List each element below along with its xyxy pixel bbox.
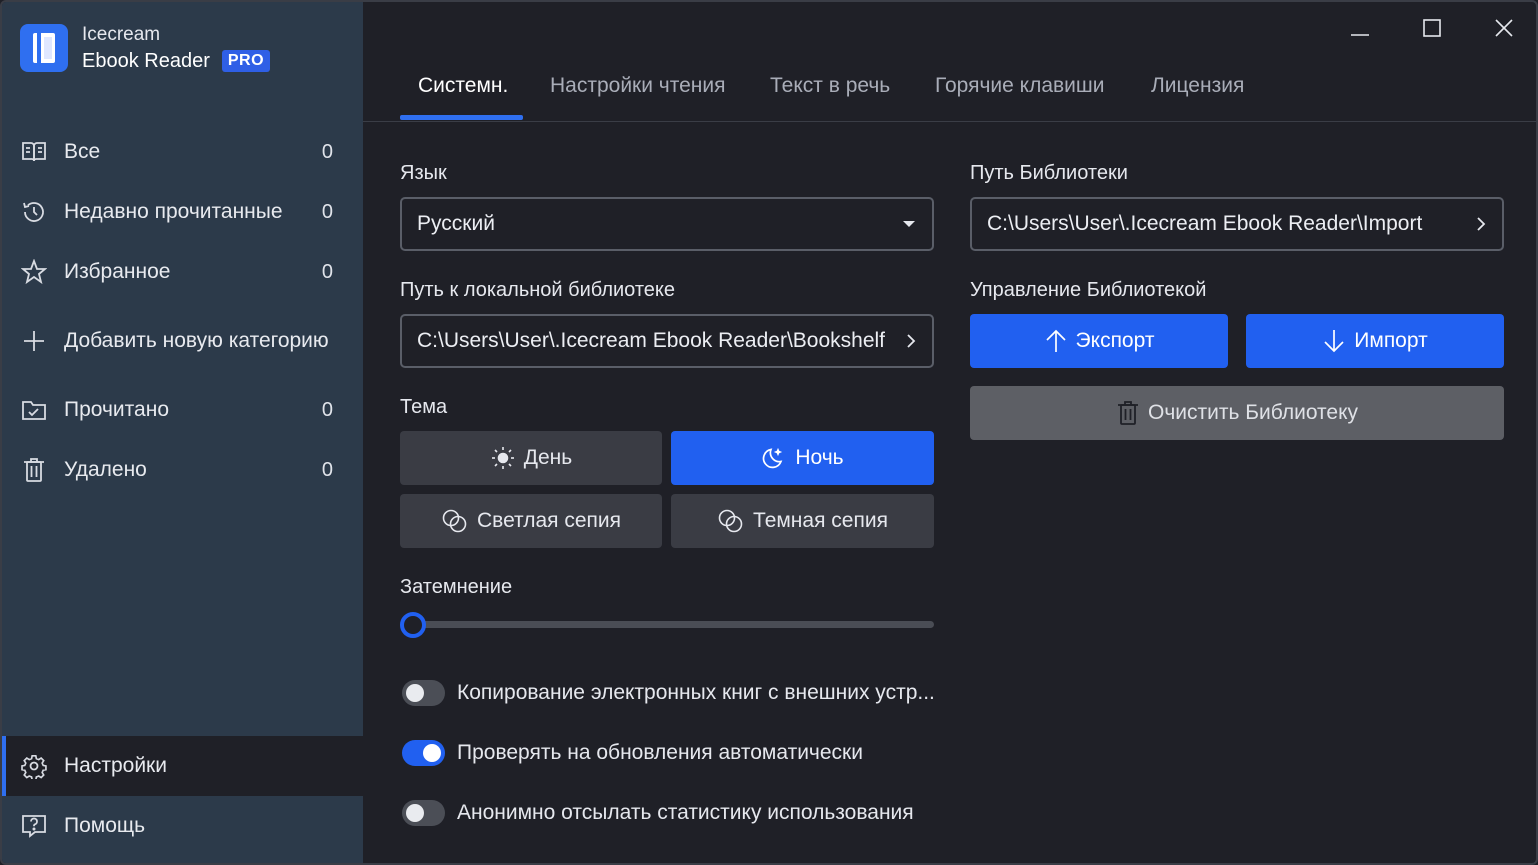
active-tab-indicator	[400, 115, 523, 120]
local-library-path-value: C:\Users\User\.Icecream Ebook Reader\Boo…	[417, 329, 886, 352]
sidebar-item-favorites[interactable]: Избранное 0	[2, 248, 363, 296]
auto-update-label: Проверять на обновления автоматически	[457, 741, 863, 764]
sidebar-item-label: Недавно прочитанные	[64, 200, 283, 223]
sidebar-item-label: Прочитано	[64, 398, 169, 421]
theme-label: Тема	[400, 396, 448, 418]
anonymous-stats-toggle[interactable]	[402, 800, 445, 826]
sidebar-item-deleted[interactable]: Удалено 0	[2, 446, 363, 494]
tab-system[interactable]: Системн.	[418, 74, 508, 120]
close-button[interactable]	[1474, 10, 1534, 46]
sidebar-item-count: 0	[321, 260, 333, 283]
app-window: Icecream Ebook Reader PRO Все 0 Недавно …	[0, 0, 1538, 865]
close-icon	[1495, 19, 1513, 37]
language-label: Язык	[400, 162, 447, 184]
chevron-right-icon	[1477, 217, 1486, 231]
theme-light-sepia-label: Светлая сепия	[476, 509, 622, 532]
clear-library-label: Очистить Библиотеку	[1147, 401, 1359, 424]
sidebar-item-recent[interactable]: Недавно прочитанные 0	[2, 188, 363, 236]
sidebar-item-help[interactable]: Помощь	[2, 802, 363, 850]
sidebar-item-settings[interactable]: Настройки	[2, 736, 363, 796]
sidebar-item-count: 0	[321, 200, 333, 223]
sepia-icon	[717, 508, 745, 534]
sidebar: Icecream Ebook Reader PRO Все 0 Недавно …	[2, 2, 363, 863]
tab-license[interactable]: Лицензия	[1151, 74, 1244, 120]
copy-external-label: Копирование электронных книг с внешних у…	[457, 681, 935, 704]
dimming-slider-track[interactable]	[410, 621, 934, 628]
maximize-button[interactable]	[1402, 10, 1462, 46]
moon-icon	[761, 445, 787, 471]
sidebar-item-read[interactable]: Прочитано 0	[2, 386, 363, 434]
star-icon	[20, 258, 48, 286]
sidebar-item-count: 0	[321, 398, 333, 421]
pro-badge: PRO	[221, 50, 271, 72]
theme-dark-sepia-label: Темная сепия	[753, 509, 888, 532]
gear-icon	[20, 752, 48, 780]
minimize-button[interactable]	[1330, 10, 1390, 46]
plus-icon	[20, 327, 48, 355]
language-value: Русский	[417, 212, 495, 235]
auto-update-toggle[interactable]	[402, 740, 445, 766]
theme-light-sepia-button[interactable]: Светлая сепия	[400, 494, 662, 548]
local-library-path-label: Путь к локальной библиотеке	[400, 279, 675, 301]
app-name-line2: Ebook Reader	[82, 50, 210, 72]
minimize-icon	[1351, 34, 1369, 36]
app-brand: Icecream Ebook Reader PRO	[20, 22, 271, 74]
clear-library-button[interactable]: Очистить Библиотеку	[970, 386, 1504, 440]
app-logo-icon	[20, 24, 68, 72]
import-button[interactable]: Импорт	[1246, 314, 1504, 368]
tab-reading-settings[interactable]: Настройки чтения	[550, 74, 726, 120]
tab-hotkeys[interactable]: Горячие клавиши	[935, 74, 1104, 120]
help-icon	[20, 812, 48, 840]
library-path-label: Путь Библиотеки	[970, 162, 1128, 184]
sidebar-item-label: Помощь	[64, 814, 146, 837]
theme-dark-sepia-button[interactable]: Темная сепия	[671, 494, 934, 548]
sepia-icon	[441, 508, 469, 534]
toggle-row-auto-update: Проверять на обновления автоматически	[402, 738, 863, 768]
toggle-row-anonymous-stats: Анонимно отсылать статистику использован…	[402, 798, 914, 828]
trash-icon	[1116, 400, 1140, 426]
library-management-label: Управление Библиотекой	[970, 279, 1207, 301]
toggle-row-copy-external: Копирование электронных книг с внешних у…	[402, 678, 935, 708]
maximize-icon	[1423, 19, 1441, 37]
trash-icon	[20, 456, 48, 484]
sidebar-item-all[interactable]: Все 0	[2, 128, 363, 176]
sidebar-item-count: 0	[321, 140, 333, 163]
library-path-field[interactable]: C:\Users\User\.Icecream Ebook Reader\Imp…	[970, 197, 1504, 251]
theme-night-label: Ночь	[795, 446, 844, 469]
caret-down-icon	[903, 221, 915, 227]
theme-night-button[interactable]: Ночь	[671, 431, 934, 485]
sidebar-item-label: Настройки	[64, 754, 167, 777]
sidebar-item-add-category[interactable]: Добавить новую категорию	[2, 317, 363, 365]
export-label: Экспорт	[1075, 329, 1155, 352]
dimming-slider-thumb[interactable]	[400, 612, 426, 638]
local-library-path-field[interactable]: C:\Users\User\.Icecream Ebook Reader\Boo…	[400, 314, 934, 368]
history-icon	[20, 198, 48, 226]
sidebar-item-label: Добавить новую категорию	[64, 329, 329, 352]
sidebar-item-label: Удалено	[64, 458, 147, 481]
export-button[interactable]: Экспорт	[970, 314, 1228, 368]
copy-external-toggle[interactable]	[402, 680, 445, 706]
language-select[interactable]: Русский	[400, 197, 934, 251]
arrow-down-icon	[1322, 328, 1346, 354]
anonymous-stats-label: Анонимно отсылать статистику использован…	[457, 801, 914, 824]
arrow-up-icon	[1044, 328, 1068, 354]
library-path-value: C:\Users\User\.Icecream Ebook Reader\Imp…	[987, 212, 1423, 235]
app-name-line1: Icecream	[82, 24, 161, 45]
dimming-label: Затемнение	[400, 576, 513, 598]
sun-icon	[490, 445, 516, 471]
sidebar-item-count: 0	[321, 458, 333, 481]
folder-check-icon	[20, 396, 48, 424]
book-open-icon	[20, 138, 48, 166]
theme-day-button[interactable]: День	[400, 431, 662, 485]
theme-day-label: День	[523, 446, 573, 469]
tab-text-to-speech[interactable]: Текст в речь	[770, 74, 890, 120]
sidebar-item-label: Избранное	[64, 260, 171, 283]
import-label: Импорт	[1354, 329, 1428, 352]
sidebar-item-label: Все	[64, 140, 101, 163]
chevron-right-icon	[907, 334, 916, 348]
